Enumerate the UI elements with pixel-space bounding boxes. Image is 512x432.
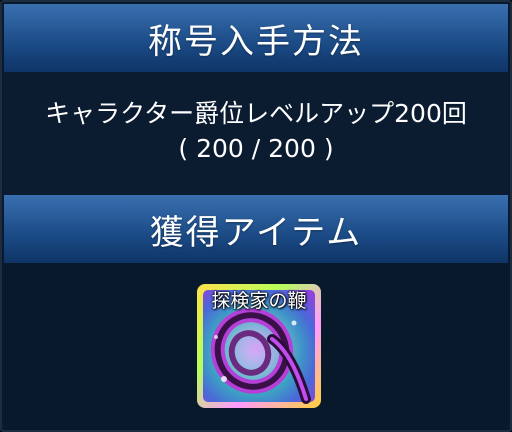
acquire-method-title: 称号入手方法 — [148, 21, 364, 62]
reward-header: 獲得アイテム — [4, 195, 508, 263]
acquire-progress-text: ( 200 / 200 ) — [178, 134, 334, 163]
reward-content: 探検家の鞭 — [4, 263, 508, 430]
acquire-condition-text: キャラクター爵位レベルアップ200回 — [45, 99, 467, 128]
reward-item-name: 探検家の鞭 — [211, 290, 307, 312]
acquire-method-header: 称号入手方法 — [4, 4, 508, 72]
reward-title: 獲得アイテム — [149, 212, 363, 253]
reward-item-card[interactable]: 探検家の鞭 — [194, 281, 324, 413]
acquire-method-content: キャラクター爵位レベルアップ200回 ( 200 / 200 ) — [4, 72, 508, 195]
title-info-panel: 称号入手方法 キャラクター爵位レベルアップ200回 ( 200 / 200 ) … — [0, 0, 512, 432]
